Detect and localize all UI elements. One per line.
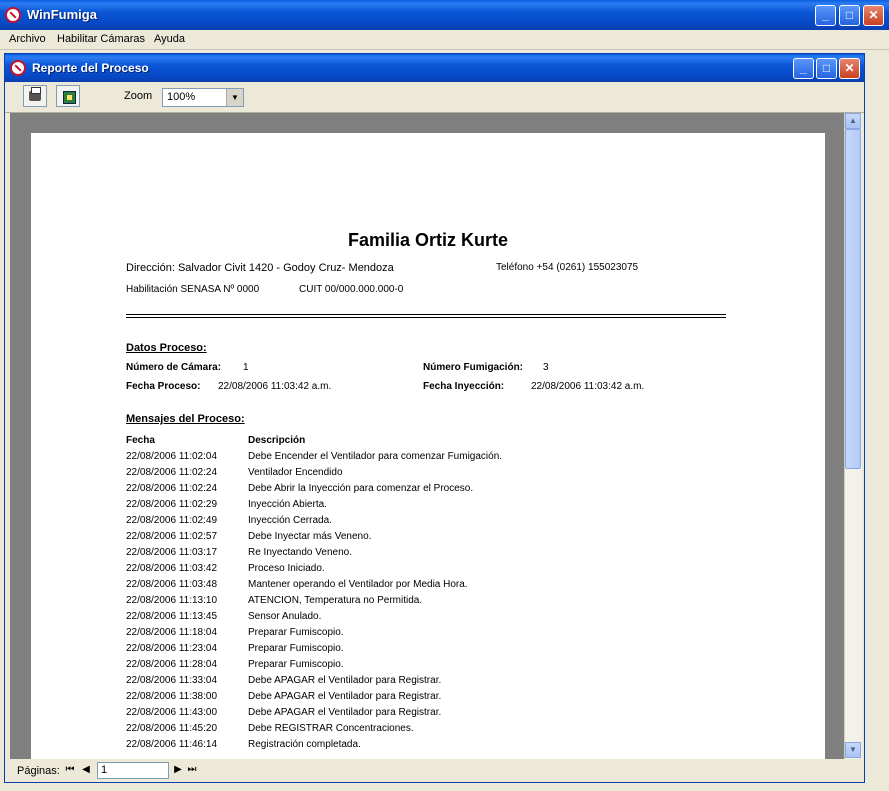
report-icon[interactable]	[10, 60, 26, 76]
message-text: Debe APAGAR el Ventilador para Registrar…	[248, 707, 442, 718]
message-date: 22/08/2006 11:03:42	[126, 563, 218, 574]
message-text: Preparar Fumiscopio.	[248, 659, 344, 670]
message-text: Proceso Iniciado.	[248, 563, 325, 574]
divider-bottom	[126, 317, 726, 318]
camara-label: Número de Cámara:	[126, 362, 222, 373]
pages-label: Páginas:	[17, 765, 60, 777]
camara-value: 1	[243, 362, 249, 373]
report-senasa: Habilitación SENASA Nº 0000	[126, 284, 260, 295]
first-page-icon[interactable]: ⏮	[63, 762, 77, 778]
maximize-button[interactable]: □	[839, 5, 860, 26]
divider-top	[126, 314, 726, 315]
fecha-proceso-value: 22/08/2006 11:03:42 a.m.	[218, 381, 332, 392]
report-maximize-button[interactable]: □	[816, 58, 837, 79]
message-date: 22/08/2006 11:03:48	[126, 579, 218, 590]
message-text: Mantener operando el Ventilador por Medi…	[248, 579, 468, 590]
message-date: 22/08/2006 11:45:20	[126, 723, 218, 734]
col-descripcion: Descripción	[248, 435, 306, 446]
report-close-button[interactable]: ✕	[839, 58, 860, 79]
report-window: Reporte del Proceso _ □ ✕ Zoom 100% ▼ Fa…	[4, 53, 865, 783]
message-date: 22/08/2006 11:38:00	[126, 691, 218, 702]
message-date: 22/08/2006 11:18:04	[126, 627, 218, 638]
fecha-proceso-label: Fecha Proceso:	[126, 381, 201, 392]
message-text: Debe APAGAR el Ventilador para Registrar…	[248, 691, 442, 702]
last-page-icon[interactable]: ⏭	[185, 762, 199, 778]
main-titlebar[interactable]: WinFumiga _ □ ✕	[0, 0, 889, 30]
report-address: Dirección: Salvador Civit 1420 - Godoy C…	[126, 262, 394, 274]
vertical-scrollbar[interactable]: ▲ ▼	[844, 113, 862, 759]
fumigacion-label: Número Fumigación:	[423, 362, 524, 373]
message-text: Ventilador Encendido	[248, 467, 343, 478]
chevron-down-icon[interactable]: ▼	[226, 89, 243, 106]
message-text: Re Inyectando Veneno.	[248, 547, 352, 558]
message-date: 22/08/2006 11:03:17	[126, 547, 218, 558]
scroll-thumb[interactable]	[845, 129, 861, 469]
message-text: Preparar Fumiscopio.	[248, 627, 344, 638]
printer-icon	[29, 87, 41, 101]
mensajes-heading: Mensajes del Proceso:	[126, 413, 245, 425]
report-title: Familia Ortiz Kurte	[347, 230, 509, 250]
zoom-label: Zoom	[124, 90, 153, 102]
status-bar: Páginas: ⏮ ◀ 1 ▶ ⏭	[5, 759, 864, 782]
message-text: Sensor Anulado.	[248, 611, 322, 622]
page-number-input[interactable]: 1	[97, 762, 169, 779]
message-date: 22/08/2006 11:43:00	[126, 707, 218, 718]
message-text: Preparar Fumiscopio.	[248, 643, 344, 654]
close-button[interactable]: ✕	[863, 5, 884, 26]
message-date: 22/08/2006 11:23:04	[126, 643, 218, 654]
zoom-select[interactable]: 100% ▼	[162, 88, 244, 107]
scroll-up-icon[interactable]: ▲	[845, 113, 861, 129]
fecha-inyeccion-value: 22/08/2006 11:03:42 a.m.	[531, 381, 645, 392]
minimize-button[interactable]: _	[815, 5, 836, 26]
message-text: Debe Encender el Ventilador para comenza…	[248, 451, 503, 462]
message-date: 22/08/2006 11:33:04	[126, 675, 218, 686]
message-date: 22/08/2006 11:02:04	[126, 451, 218, 462]
report-window-title: Reporte del Proceso	[32, 61, 149, 75]
report-page: Familia Ortiz Kurte Dirección: Salvador …	[31, 133, 825, 759]
message-date: 22/08/2006 11:13:45	[126, 611, 218, 622]
message-date: 22/08/2006 11:28:04	[126, 659, 218, 670]
message-text: Debe APAGAR el Ventilador para Registrar…	[248, 675, 442, 686]
message-text: Inyección Abierta.	[248, 499, 327, 510]
message-text: Inyección Cerrada.	[248, 515, 332, 526]
prev-page-icon[interactable]: ◀	[79, 762, 93, 778]
app-window: WinFumiga _ □ ✕ Archivo Habilitar Cámara…	[0, 0, 889, 791]
message-date: 22/08/2006 11:02:24	[126, 467, 218, 478]
next-page-icon[interactable]: ▶	[171, 762, 185, 778]
message-date: 22/08/2006 11:02:49	[126, 515, 218, 526]
report-viewport[interactable]: Familia Ortiz Kurte Dirección: Salvador …	[10, 113, 844, 759]
export-button[interactable]	[56, 85, 80, 107]
message-date: 22/08/2006 11:13:10	[126, 595, 218, 606]
export-icon	[63, 91, 76, 104]
report-minimize-button[interactable]: _	[793, 58, 814, 79]
menu-habilitar-camaras[interactable]: Habilitar Cámaras	[57, 33, 145, 45]
scroll-down-icon[interactable]: ▼	[845, 742, 861, 758]
message-date: 22/08/2006 11:02:24	[126, 483, 218, 494]
zoom-value: 100%	[167, 91, 196, 103]
menu-ayuda[interactable]: Ayuda	[154, 33, 185, 45]
message-text: Debe Inyectar más Veneno.	[248, 531, 372, 542]
report-cuit: CUIT 00/000.000.000-0	[299, 284, 404, 295]
print-button[interactable]	[23, 85, 47, 107]
message-text: Registración completada.	[248, 739, 361, 750]
app-icon[interactable]	[5, 7, 21, 23]
menu-archivo[interactable]: Archivo	[9, 33, 46, 45]
window-title: WinFumiga	[27, 7, 97, 22]
datos-heading: Datos Proceso:	[126, 342, 207, 354]
report-phone: Teléfono +54 (0261) 155023075	[496, 262, 639, 273]
report-toolbar: Zoom 100% ▼	[5, 82, 864, 113]
menubar: Archivo Habilitar Cámaras Ayuda	[0, 30, 889, 50]
message-date: 22/08/2006 11:46:14	[126, 739, 218, 750]
report-titlebar[interactable]: Reporte del Proceso _ □ ✕	[5, 54, 864, 82]
message-text: Debe REGISTRAR Concentraciones.	[248, 723, 414, 734]
message-text: Debe Abrir la Inyección para comenzar el…	[248, 483, 474, 494]
col-fecha: Fecha	[126, 435, 155, 446]
message-date: 22/08/2006 11:02:29	[126, 499, 218, 510]
fumigacion-value: 3	[543, 362, 549, 373]
fecha-inyeccion-label: Fecha Inyección:	[423, 381, 505, 392]
message-date: 22/08/2006 11:02:57	[126, 531, 218, 542]
message-text: ATENCION, Temperatura no Permitida.	[248, 595, 423, 606]
